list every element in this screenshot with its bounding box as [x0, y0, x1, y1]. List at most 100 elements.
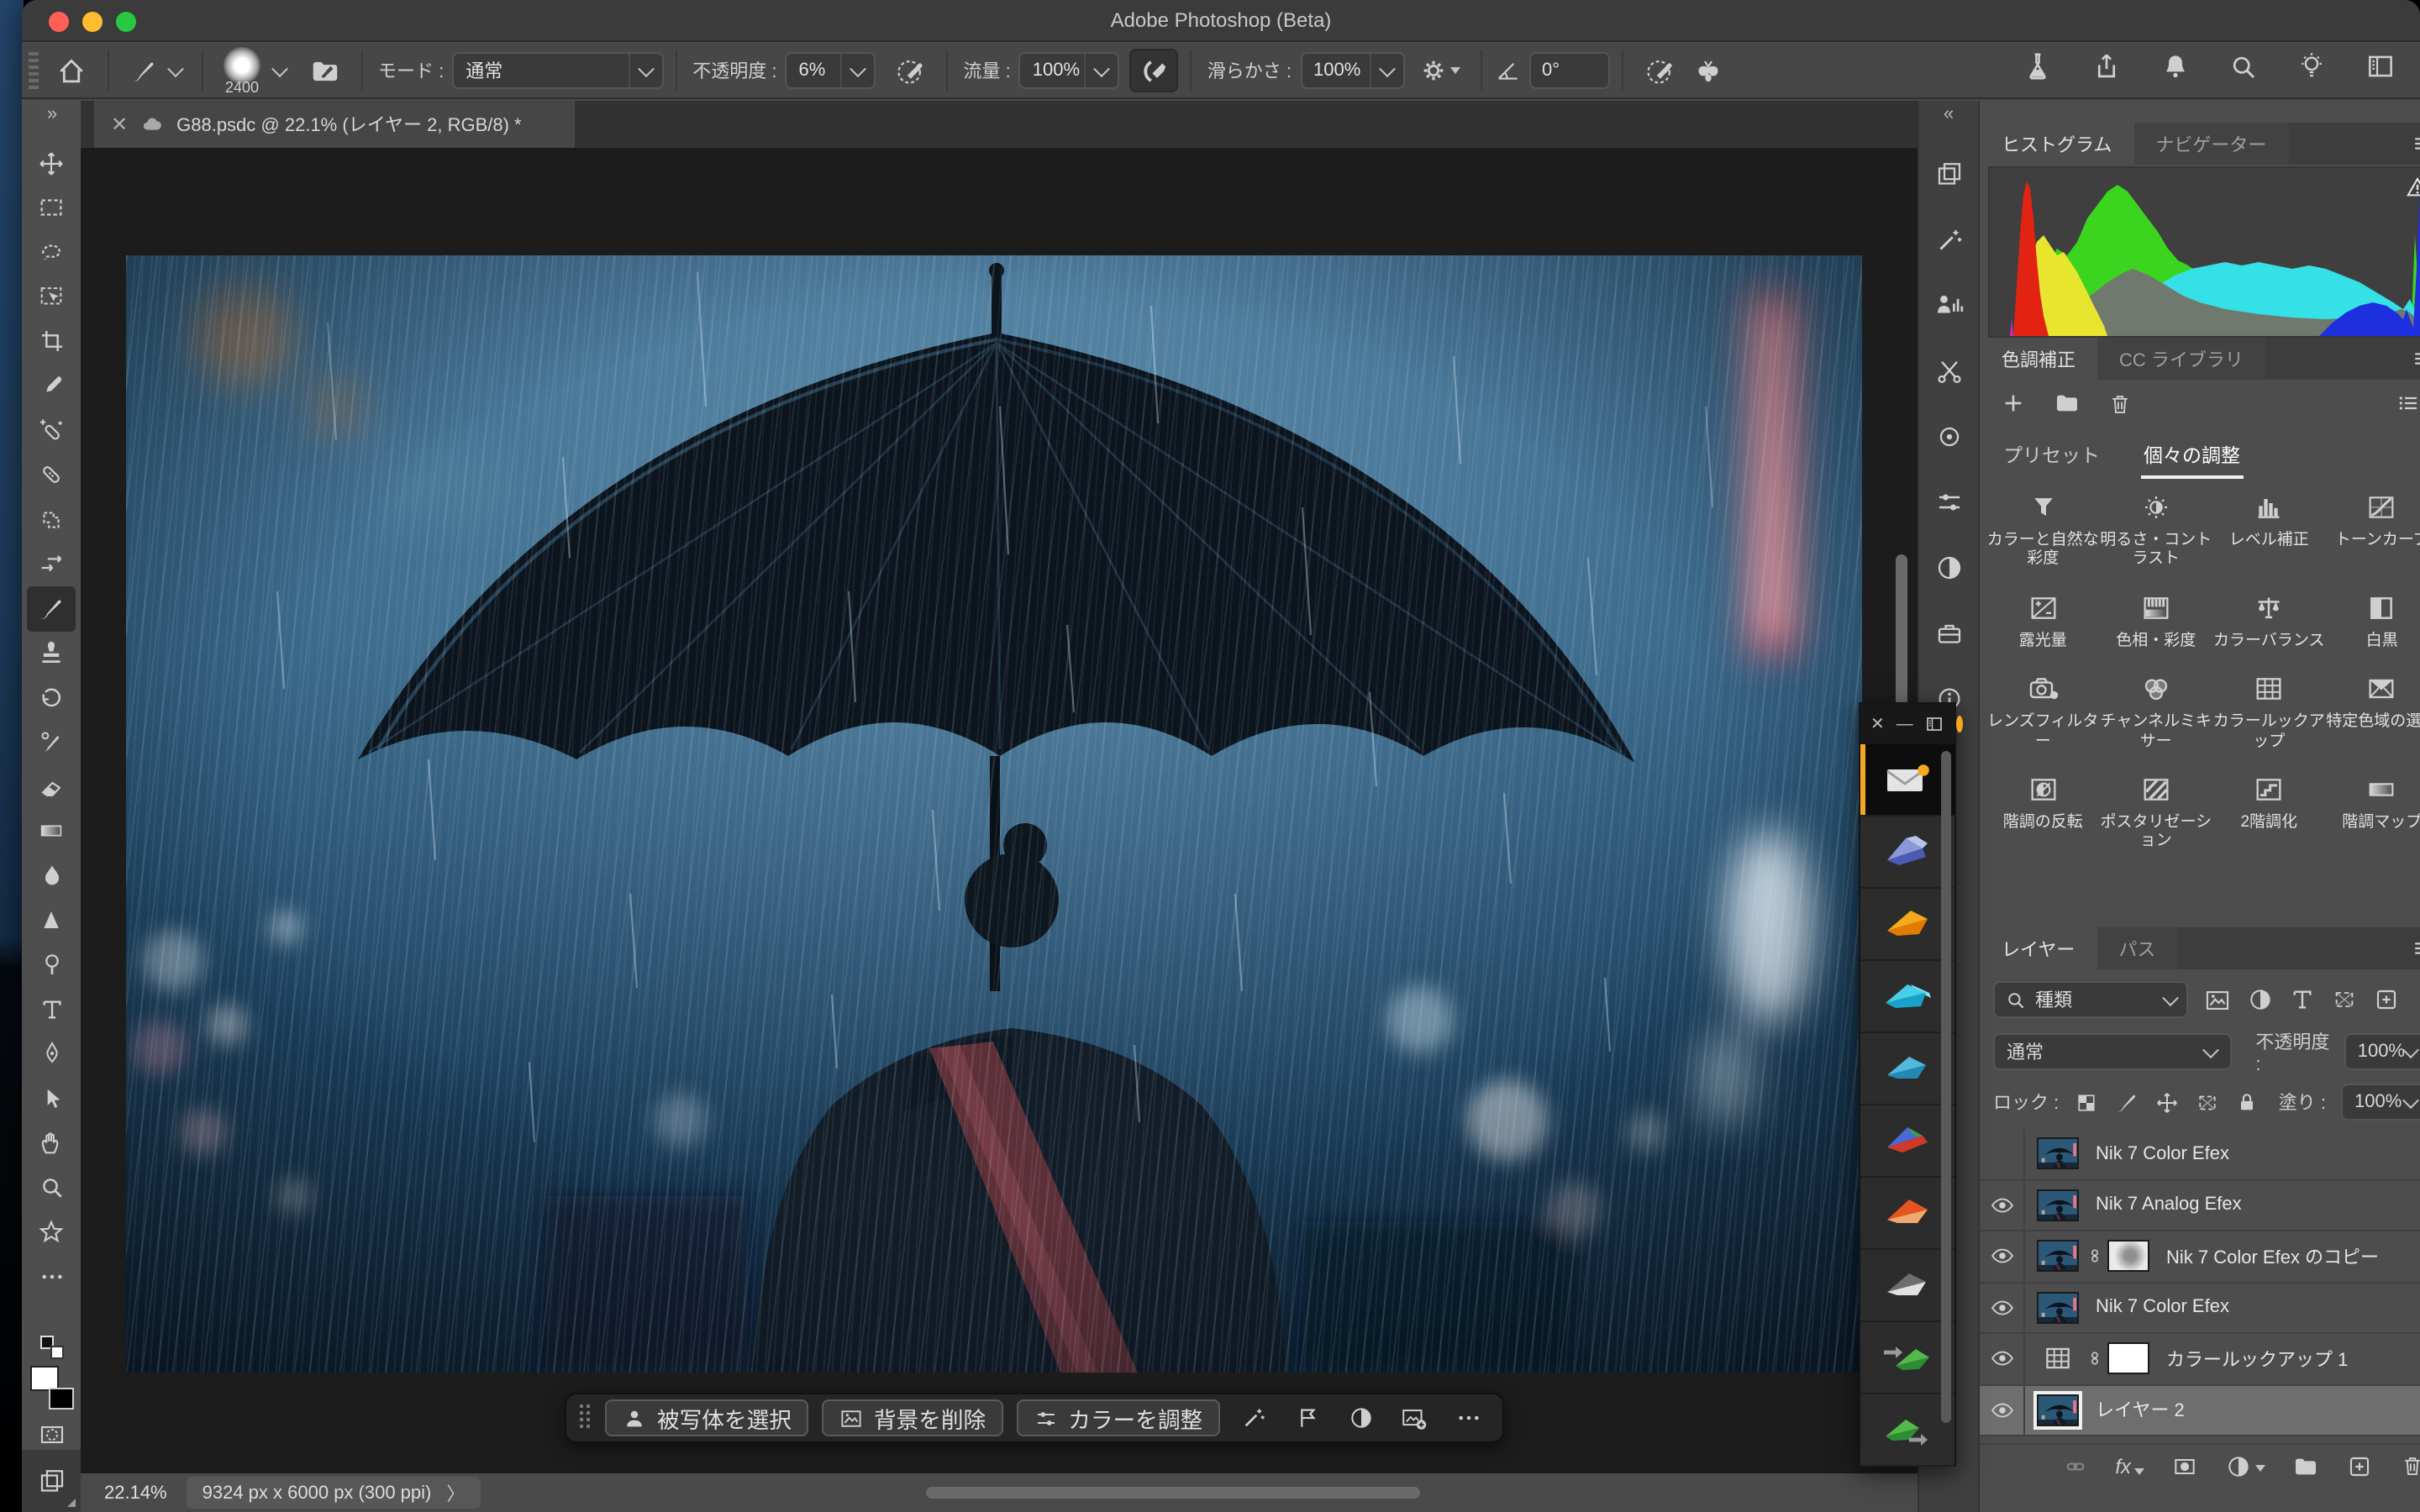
- remove-tool[interactable]: [27, 408, 76, 453]
- adjust-color-button[interactable]: カラーを調整: [1016, 1399, 1219, 1436]
- layer-thumbnail[interactable]: [2037, 1189, 2079, 1221]
- layer-row[interactable]: Nik 7 Color Efex のコピー: [1980, 1231, 2420, 1283]
- histogram-warning-icon[interactable]: [2405, 175, 2420, 200]
- layer-fill-input[interactable]: 100%: [2341, 1084, 2420, 1121]
- adj-brightness-contrast[interactable]: 明るさ・コントラスト: [2100, 491, 2213, 570]
- opacity-input[interactable]: 6%: [786, 52, 876, 89]
- subtab-presets[interactable]: プリセット: [2003, 442, 2100, 469]
- adjustments-button[interactable]: [1340, 1399, 1381, 1436]
- layer-row-selected[interactable]: レイヤー 2: [1980, 1385, 2420, 1436]
- lock-position-icon[interactable]: [2154, 1089, 2180, 1115]
- adj-hue-saturation[interactable]: 色相・彩度: [2100, 591, 2213, 651]
- layer-opacity-input[interactable]: 100%: [2344, 1033, 2420, 1070]
- share-icon[interactable]: [2091, 50, 2123, 82]
- list-view-icon[interactable]: [2395, 390, 2420, 417]
- beta-flask-icon[interactable]: [2022, 50, 2054, 82]
- default-colors-icon[interactable]: [39, 1336, 63, 1359]
- panel-menu-icon[interactable]: [2410, 936, 2420, 961]
- canvas-horizontal-scrollbar[interactable]: [926, 1487, 1420, 1499]
- expand-tools-icon[interactable]: »: [22, 104, 81, 124]
- settings-cards-icon[interactable]: [1925, 714, 1945, 734]
- minimize-window-button[interactable]: [82, 11, 103, 31]
- lock-transparency-icon[interactable]: [2074, 1089, 2099, 1115]
- airbrush-toggle[interactable]: [1130, 49, 1179, 92]
- tab-adjustments[interactable]: 色調補正: [1980, 338, 2097, 380]
- options-bar-grip[interactable]: [29, 52, 39, 89]
- minimize-icon[interactable]: —: [1897, 715, 1913, 733]
- layer-thumbnail[interactable]: [2037, 1394, 2079, 1426]
- path-selection-tool[interactable]: [27, 1076, 76, 1121]
- lock-all-icon[interactable]: [2235, 1090, 2259, 1114]
- adj-color-vibrance[interactable]: カラーと自然な彩度: [1986, 491, 2100, 570]
- hand-tool[interactable]: [27, 1121, 76, 1165]
- layer-filter-select[interactable]: 種類: [1993, 981, 2188, 1018]
- move-tool[interactable]: [27, 141, 76, 186]
- generative-wand-icon[interactable]: [1923, 207, 1974, 272]
- libraries-case-icon[interactable]: [1923, 600, 1974, 665]
- toggle-brush-settings-button[interactable]: [301, 49, 350, 92]
- screen-mode-button[interactable]: [22, 1450, 81, 1512]
- canvas-area[interactable]: 被写体を選択 背景を削除 カラーを調整 22.14%: [81, 148, 1918, 1512]
- close-icon[interactable]: ✕: [1870, 715, 1885, 733]
- select-subject-button[interactable]: 被写体を選択: [605, 1399, 808, 1436]
- search-icon[interactable]: [2228, 51, 2259, 81]
- adj-photo-filter[interactable]: レンズフィルター: [1986, 672, 2100, 751]
- collapse-panels-icon[interactable]: «: [1919, 101, 1978, 124]
- snapshot-scissors-icon[interactable]: [1923, 338, 1974, 403]
- visibility-toggle[interactable]: [1980, 1385, 2025, 1435]
- lock-artboard-icon[interactable]: [2195, 1089, 2220, 1115]
- layer-name[interactable]: Nik 7 Analog Efex: [2096, 1195, 2242, 1215]
- shape-tool[interactable]: [27, 1210, 76, 1254]
- eraser-tool[interactable]: [27, 764, 76, 809]
- tab-cc-libraries[interactable]: CC ライブラリ: [2097, 338, 2265, 380]
- adj-invert[interactable]: 階調の反転: [1986, 773, 2100, 852]
- workspace-icon[interactable]: [2365, 50, 2396, 82]
- layer-row[interactable]: カラールックアップ 1: [1980, 1334, 2420, 1385]
- layer-thumbnail[interactable]: [2037, 1241, 2079, 1273]
- smoothing-options-gear-button[interactable]: [1411, 49, 1468, 92]
- brush-preset-picker[interactable]: 2400: [215, 49, 294, 92]
- filter-pixel-layers-icon[interactable]: [2203, 985, 2232, 1014]
- adj-levels[interactable]: レベル補正: [2212, 491, 2326, 570]
- home-button[interactable]: [47, 49, 96, 92]
- eyedropper-tool[interactable]: [27, 364, 76, 408]
- new-group-icon[interactable]: [2292, 1452, 2319, 1479]
- visibility-toggle[interactable]: [1980, 1334, 2025, 1383]
- close-tab-icon[interactable]: ✕: [111, 113, 128, 136]
- magic-wand-button[interactable]: [1233, 1399, 1273, 1436]
- patch-tool[interactable]: [27, 497, 76, 542]
- new-layer-icon[interactable]: [2346, 1452, 2373, 1479]
- lasso-tool[interactable]: [27, 230, 76, 275]
- gradient-tool[interactable]: [27, 809, 76, 853]
- tab-paths[interactable]: パス: [2096, 927, 2177, 969]
- properties-sliders-icon[interactable]: [1923, 469, 1974, 534]
- object-selection-tool[interactable]: [27, 275, 76, 319]
- type-tool[interactable]: [27, 987, 76, 1032]
- mask-link-icon[interactable]: [2086, 1348, 2104, 1370]
- adj-curves[interactable]: トーンカーブ: [2326, 491, 2420, 570]
- visibility-toggle[interactable]: [1980, 1129, 2025, 1179]
- blur-tool[interactable]: [27, 853, 76, 898]
- visibility-toggle[interactable]: [1980, 1180, 2025, 1230]
- add-adjustment-icon[interactable]: [2000, 390, 2027, 417]
- tool-preset-picker[interactable]: [121, 49, 190, 92]
- adj-color-lookup[interactable]: カラールックアップ: [2212, 672, 2326, 751]
- layer-name[interactable]: Nik 7 Color Efex: [2096, 1144, 2229, 1164]
- delete-layer-icon[interactable]: [2400, 1453, 2420, 1478]
- adj-posterize[interactable]: ポスタリゼーション: [2100, 773, 2213, 852]
- history-brush-tool[interactable]: [27, 675, 76, 720]
- quick-mask-button[interactable]: [36, 1420, 66, 1450]
- clone-source-icon[interactable]: [1923, 141, 1974, 207]
- adj-black-white[interactable]: 白黒: [2326, 591, 2420, 651]
- tab-layers[interactable]: レイヤー: [1980, 927, 2096, 969]
- mask-link-icon[interactable]: [2086, 1246, 2104, 1268]
- smoothing-input[interactable]: 100%: [1300, 52, 1404, 89]
- zoom-tool[interactable]: [27, 1165, 76, 1210]
- layer-row[interactable]: Nik 7 Color Efex: [1980, 1129, 2420, 1180]
- foreground-background-colors[interactable]: [29, 1366, 73, 1410]
- add-image-button[interactable]: [1394, 1399, 1434, 1436]
- target-icon[interactable]: [1923, 403, 1974, 469]
- panel-menu-icon[interactable]: [2410, 131, 2420, 156]
- layer-mask-thumbnail[interactable]: [2107, 1241, 2149, 1273]
- task-bar-grip[interactable]: [580, 1404, 592, 1431]
